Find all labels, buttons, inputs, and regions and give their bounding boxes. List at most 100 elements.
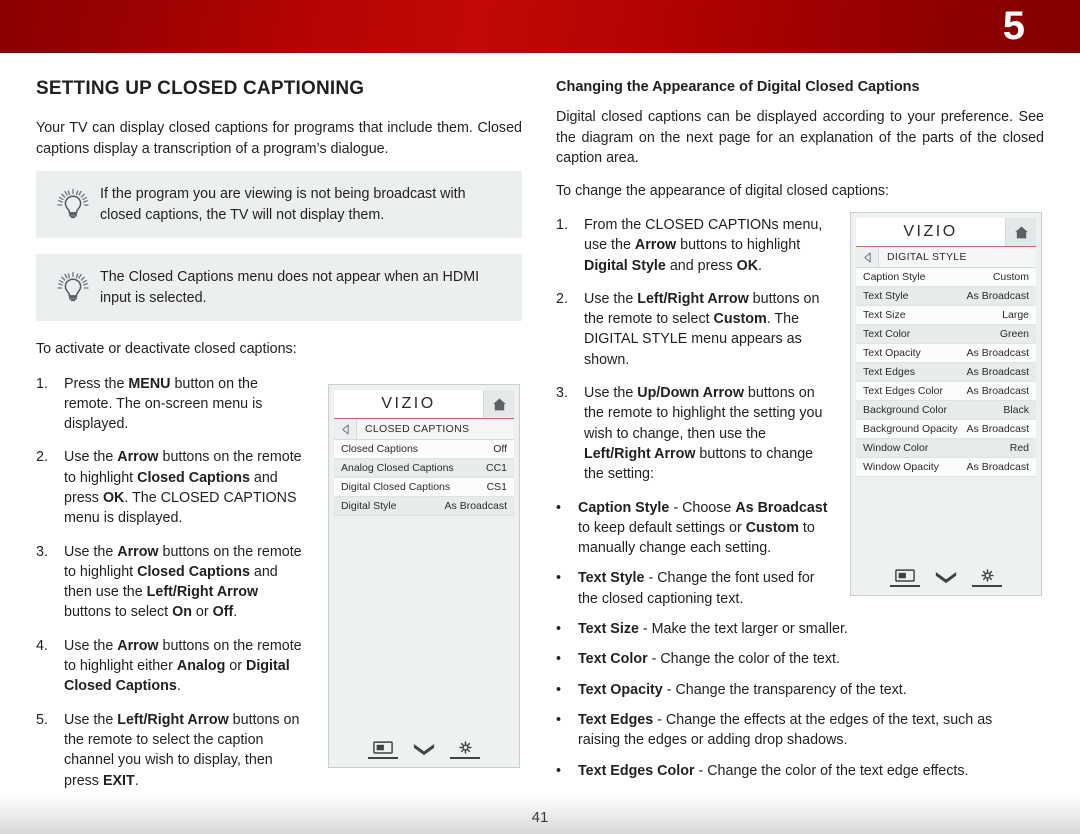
- tip-box-2: The Closed Captions menu does not appear…: [36, 254, 522, 321]
- step-number: 1.: [36, 375, 48, 392]
- tv-menu-digital-style: VIZIO DIGITAL STYLE Caption Style Custom…: [850, 212, 1042, 596]
- table-row[interactable]: Closed Captions Off: [334, 440, 514, 459]
- row-value: Custom: [992, 271, 1029, 283]
- row-value: Large: [1002, 309, 1029, 321]
- bullet-text: Text Color - Change the color of the tex…: [578, 651, 840, 668]
- gear-icon[interactable]: [450, 741, 480, 759]
- right-intro-paragraph: Digital closed captions can be displayed…: [556, 109, 1044, 166]
- row-label: Analog Closed Captions: [341, 462, 454, 474]
- row-value: CS1: [486, 481, 507, 493]
- left-steps-list: 1. Press the MENU button on the remote. …: [36, 374, 304, 791]
- step-number: 4.: [36, 637, 48, 654]
- row-value: Off: [493, 443, 507, 455]
- step-number: 5.: [36, 711, 48, 728]
- step-text: Use the Arrow buttons on the remote to h…: [64, 637, 302, 695]
- tv-menu-header: VIZIO: [856, 218, 1036, 247]
- back-arrow-icon[interactable]: [334, 419, 357, 439]
- table-row[interactable]: Caption Style Custom: [856, 268, 1036, 287]
- intro-paragraph: Your TV can display closed captions for …: [36, 120, 522, 157]
- bullet-marker: •: [556, 681, 562, 698]
- table-row[interactable]: Analog Closed Captions CC1: [334, 459, 514, 478]
- tv-menu-header: VIZIO: [334, 390, 514, 419]
- table-row[interactable]: Digital Style As Broadcast: [334, 497, 514, 516]
- table-row[interactable]: Text Size Large: [856, 306, 1036, 325]
- list-item: 3. Use the Up/Down Arrow buttons on the …: [556, 383, 828, 484]
- row-label: Caption Style: [863, 271, 926, 283]
- chevron-double-down-icon[interactable]: [934, 570, 958, 587]
- step-text: Press the MENU button on the remote. The…: [64, 375, 263, 433]
- list-item: 3. Use the Arrow buttons on the remote t…: [36, 542, 304, 623]
- row-value: As Broadcast: [966, 347, 1029, 359]
- row-label: Digital Closed Captions: [341, 481, 451, 493]
- row-value: As Broadcast: [966, 366, 1029, 378]
- step-number: 2.: [36, 449, 48, 466]
- page-title: SETTING UP CLOSED CAPTIONING: [36, 78, 365, 99]
- row-label: Digital Style: [341, 500, 397, 512]
- list-item: 1. Press the MENU button on the remote. …: [36, 374, 304, 435]
- back-arrow-icon[interactable]: [856, 247, 879, 267]
- row-value: As Broadcast: [444, 500, 507, 512]
- step-text: Use the Left/Right Arrow buttons on the …: [64, 711, 300, 789]
- row-label: Background Opacity: [863, 423, 958, 435]
- list-item: 2. Use the Left/Right Arrow buttons on t…: [556, 289, 828, 370]
- row-label: Closed Captions: [341, 443, 419, 455]
- step-text: Use the Arrow buttons on the remote to h…: [64, 449, 302, 527]
- row-label: Text Color: [863, 328, 911, 340]
- tv-breadcrumb: DIGITAL STYLE: [856, 247, 1036, 268]
- table-row[interactable]: Text Edges As Broadcast: [856, 363, 1036, 382]
- section-title: Changing the Appearance of Digital Close…: [556, 79, 920, 95]
- table-row[interactable]: Text Opacity As Broadcast: [856, 344, 1036, 363]
- lightbulb-icon: [46, 271, 100, 305]
- table-row[interactable]: Text Color Green: [856, 325, 1036, 344]
- row-value: As Broadcast: [966, 423, 1029, 435]
- table-row[interactable]: Text Style As Broadcast: [856, 287, 1036, 306]
- step-text: From the CLOSED CAPTIONs menu, use the A…: [584, 217, 823, 274]
- page-number: 41: [531, 809, 549, 826]
- step-text: Use the Left/Right Arrow buttons on the …: [584, 290, 820, 368]
- bullet-text: Text Edges Color - Change the color of t…: [578, 762, 969, 779]
- row-value: As Broadcast: [966, 385, 1029, 397]
- bullet-marker: •: [556, 570, 562, 587]
- list-item: • Text Color - Change the color of the t…: [556, 649, 1036, 669]
- bullet-marker: •: [556, 762, 562, 779]
- settings-bullet-list: • Caption Style - Choose As Broadcast to…: [556, 498, 828, 609]
- table-row[interactable]: Background Color Black: [856, 401, 1036, 420]
- table-row[interactable]: Digital Closed Captions CS1: [334, 478, 514, 497]
- home-icon[interactable]: [483, 390, 514, 418]
- gear-icon[interactable]: [972, 569, 1002, 587]
- table-row[interactable]: Text Edges Color As Broadcast: [856, 382, 1036, 401]
- step-number: 3.: [556, 385, 568, 402]
- row-label: Text Opacity: [863, 347, 921, 359]
- row-label: Window Color: [863, 442, 929, 454]
- picture-icon[interactable]: [890, 569, 920, 587]
- bullet-marker: •: [556, 621, 562, 638]
- step-text: Use the Up/Down Arrow buttons on the rem…: [584, 385, 823, 483]
- table-row[interactable]: Window Color Red: [856, 439, 1036, 458]
- tip-text: The Closed Captions menu does not appear…: [100, 269, 480, 306]
- left-lead-in: To activate or deactivate closed caption…: [36, 341, 297, 357]
- tv-menu-footer-icons: [851, 569, 1041, 587]
- row-value: CC1: [485, 462, 507, 474]
- table-row[interactable]: Background Opacity As Broadcast: [856, 420, 1036, 439]
- right-steps-list: 1. From the CLOSED CAPTIONs menu, use th…: [556, 215, 828, 485]
- bullet-marker: •: [556, 499, 562, 516]
- list-item: • Caption Style - Choose As Broadcast to…: [556, 498, 828, 559]
- home-icon[interactable]: [1005, 218, 1036, 246]
- list-item: 5. Use the Left/Right Arrow buttons on t…: [36, 710, 304, 791]
- row-label: Window Opacity: [863, 461, 939, 473]
- row-value: Green: [999, 328, 1029, 340]
- chevron-double-down-icon[interactable]: [412, 742, 436, 759]
- table-row[interactable]: Window Opacity As Broadcast: [856, 458, 1036, 477]
- tv-breadcrumb: CLOSED CAPTIONS: [334, 419, 514, 440]
- row-value: As Broadcast: [966, 461, 1029, 473]
- tip-text: If the program you are viewing is not be…: [100, 186, 466, 223]
- list-item: 2. Use the Arrow buttons on the remote t…: [36, 447, 304, 528]
- row-label: Text Edges: [863, 366, 915, 378]
- breadcrumb-label: CLOSED CAPTIONS: [365, 423, 470, 435]
- picture-icon[interactable]: [368, 741, 398, 759]
- row-label: Text Size: [863, 309, 906, 321]
- list-item: 4. Use the Arrow buttons on the remote t…: [36, 636, 304, 697]
- step-text: Use the Arrow buttons on the remote to h…: [64, 543, 302, 621]
- bullet-text: Text Size - Make the text larger or smal…: [578, 621, 848, 638]
- bullet-text: Text Style - Change the font used for th…: [578, 570, 815, 607]
